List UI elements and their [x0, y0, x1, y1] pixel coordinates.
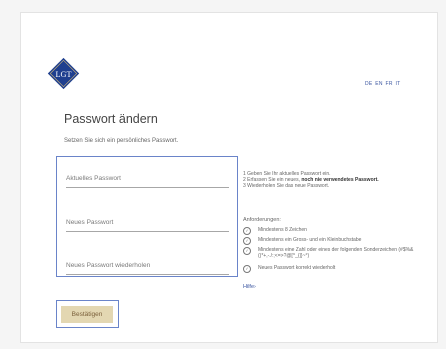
check-circle-icon: ✓ — [243, 237, 251, 245]
help-link[interactable]: Hilfe› — [243, 284, 256, 290]
check-circle-icon: ✓ — [243, 227, 251, 235]
language-switcher: DE EN FR IT — [364, 81, 401, 87]
page-title: Passwort ändern — [64, 112, 158, 126]
requirement-text: Neues Passwort korrekt wiederholt — [258, 265, 336, 271]
current-password-input[interactable] — [66, 175, 229, 182]
logo-text: LGT — [55, 70, 71, 79]
lang-de-link[interactable]: DE — [365, 81, 373, 87]
requirement-item: ✓ Mindestens ein Gross- und ein Kleinbuc… — [243, 237, 423, 245]
repeat-password-input[interactable] — [66, 262, 229, 269]
repeat-password-field[interactable] — [66, 258, 229, 275]
requirements-title: Anforderungen: — [243, 217, 281, 223]
instruction-step-3: 3 Wiederholen Sie das neue Passwort. — [243, 183, 330, 189]
lang-it-link[interactable]: IT — [395, 81, 400, 87]
confirm-button[interactable]: Bestätigen — [61, 306, 113, 323]
lang-fr-link[interactable]: FR — [386, 81, 393, 87]
requirement-text: Mindestens ein Gross- und ein Kleinbuchs… — [258, 237, 362, 243]
requirement-item: ✓ Neues Passwort korrekt wiederholt — [243, 265, 423, 273]
lang-en-link[interactable]: EN — [375, 81, 383, 87]
check-circle-icon: ✓ — [243, 247, 251, 255]
requirement-item: ✓ Mindestens eine Zahl oder eines der fo… — [243, 247, 423, 259]
requirement-text: Mindestens 8 Zeichen — [258, 227, 307, 233]
new-password-field[interactable] — [66, 215, 229, 232]
requirement-item: ✓ Mindestens 8 Zeichen — [243, 227, 423, 235]
current-password-field[interactable] — [66, 171, 229, 188]
page-subtitle: Setzen Sie sich ein persönliches Passwor… — [64, 138, 179, 144]
requirement-text: Mindestens eine Zahl oder eines der folg… — [258, 247, 414, 259]
new-password-input[interactable] — [66, 219, 229, 226]
chevron-right-icon: › — [254, 284, 256, 290]
help-label: Hilfe — [243, 284, 255, 290]
check-circle-icon: ✓ — [243, 265, 251, 273]
lgt-logo: LGT — [47, 57, 80, 90]
instructions: 1 Geben Sie Ihr aktuelles Passwort ein. … — [243, 171, 423, 189]
